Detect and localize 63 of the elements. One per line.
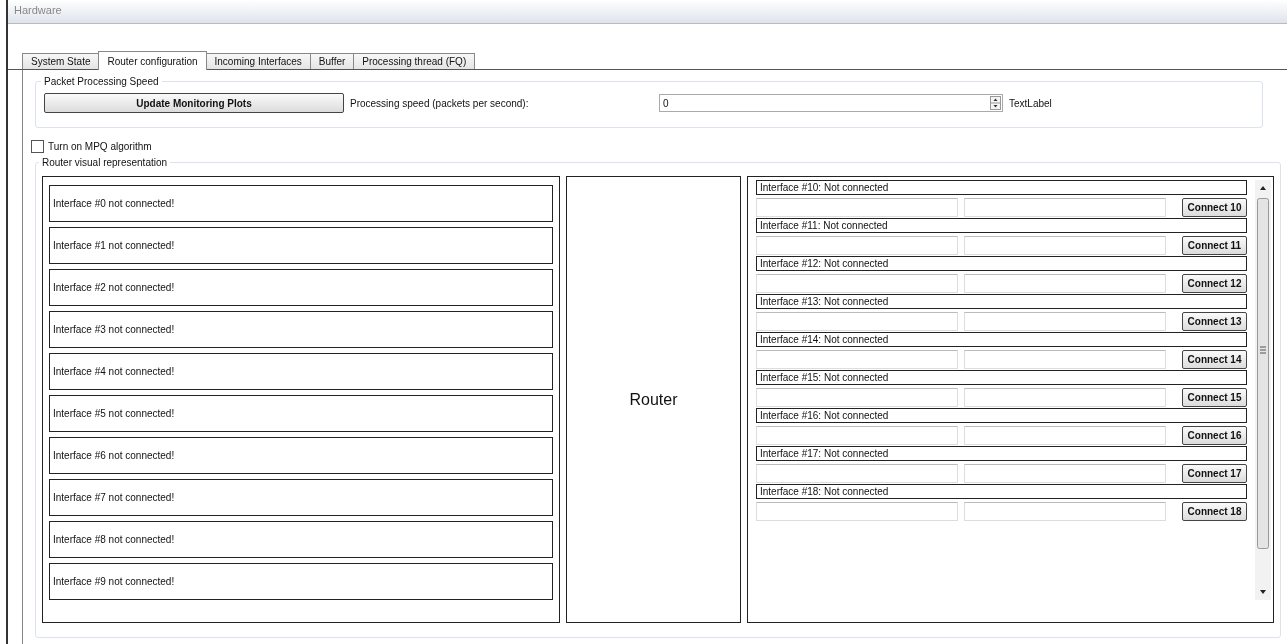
speed-label: Processing speed (packets per second):	[350, 97, 530, 109]
connect-button[interactable]: Connect 15	[1182, 388, 1247, 407]
connect-button[interactable]: Connect 13	[1182, 312, 1247, 331]
input-field[interactable]	[756, 502, 958, 521]
input-field[interactable]	[964, 502, 1166, 521]
router-label: Router	[629, 390, 678, 409]
input-field[interactable]	[756, 388, 958, 407]
interface-status: Interface #12: Not connected	[756, 256, 1247, 271]
input-field[interactable]	[964, 274, 1166, 293]
connect-button[interactable]: Connect 18	[1182, 502, 1247, 521]
connect-button[interactable]: Connect 11	[1182, 236, 1247, 255]
connect-button[interactable]: Connect 10	[1182, 198, 1247, 217]
group-title: Router visual representation	[41, 157, 169, 168]
interface-label: Interface #2 not connected!	[49, 269, 553, 306]
input-field[interactable]	[756, 198, 958, 217]
speed-spinbox[interactable]: 0	[659, 94, 1003, 112]
interface-status: Interface #11: Not connected	[756, 218, 1247, 233]
input-field[interactable]	[964, 350, 1166, 369]
input-field[interactable]	[964, 236, 1166, 255]
interface-label: Interface #6 not connected!	[49, 437, 553, 474]
interface-status: Interface #18: Not connected	[756, 484, 1247, 499]
input-field[interactable]	[964, 388, 1166, 407]
connect-button[interactable]: Connect 17	[1182, 464, 1247, 483]
input-field[interactable]	[964, 198, 1166, 217]
tab[interactable]: Router configuration	[98, 51, 207, 70]
group-title: Packet Processing Speed	[43, 76, 160, 87]
input-field[interactable]	[756, 274, 958, 293]
interface-label: Interface #3 not connected!	[49, 311, 553, 348]
input-field[interactable]	[756, 350, 958, 369]
update-plots-button[interactable]: Update Monitoring Plots	[44, 93, 344, 113]
interface-label: Interface #1 not connected!	[49, 227, 553, 264]
interface-label: Interface #5 not connected!	[49, 395, 553, 432]
connect-button[interactable]: Connect 12	[1182, 274, 1247, 293]
interface-label: Interface #4 not connected!	[49, 353, 553, 390]
window-title: Hardware	[14, 4, 62, 16]
interface-status: Interface #14: Not connected	[756, 332, 1247, 347]
interface-status: Interface #16: Not connected	[756, 408, 1247, 423]
tab[interactable]: Processing thread (FQ)	[353, 53, 476, 69]
interface-label: Interface #7 not connected!	[49, 479, 553, 516]
interface-label: Interface #8 not connected!	[49, 521, 553, 558]
input-field[interactable]	[756, 464, 958, 483]
checkbox[interactable]	[31, 140, 44, 153]
interface-status: Interface #15: Not connected	[756, 370, 1247, 385]
input-field[interactable]	[964, 426, 1166, 445]
scrollbar[interactable]	[1255, 180, 1271, 600]
interface-status: Interface #13: Not connected	[756, 294, 1247, 309]
interface-label: Interface #0 not connected!	[49, 185, 553, 222]
tab[interactable]: System State	[22, 53, 100, 69]
input-field[interactable]	[756, 312, 958, 331]
input-field[interactable]	[964, 464, 1166, 483]
interface-status: Interface #10: Not connected	[756, 180, 1247, 195]
interface-label: Interface #9 not connected!	[49, 563, 553, 600]
input-field[interactable]	[756, 426, 958, 445]
spin-arrows-icon[interactable]	[990, 96, 1001, 110]
text-label: TextLabel	[1009, 97, 1052, 109]
connect-button[interactable]: Connect 16	[1182, 426, 1247, 445]
tab[interactable]: Incoming Interfaces	[205, 53, 311, 69]
interface-status: Interface #17: Not connected	[756, 446, 1247, 461]
tab[interactable]: Buffer	[309, 53, 355, 69]
connect-button[interactable]: Connect 14	[1182, 350, 1247, 369]
input-field[interactable]	[756, 236, 958, 255]
input-field[interactable]	[964, 312, 1166, 331]
checkbox-label: Turn on MPQ algorithm	[48, 141, 152, 152]
